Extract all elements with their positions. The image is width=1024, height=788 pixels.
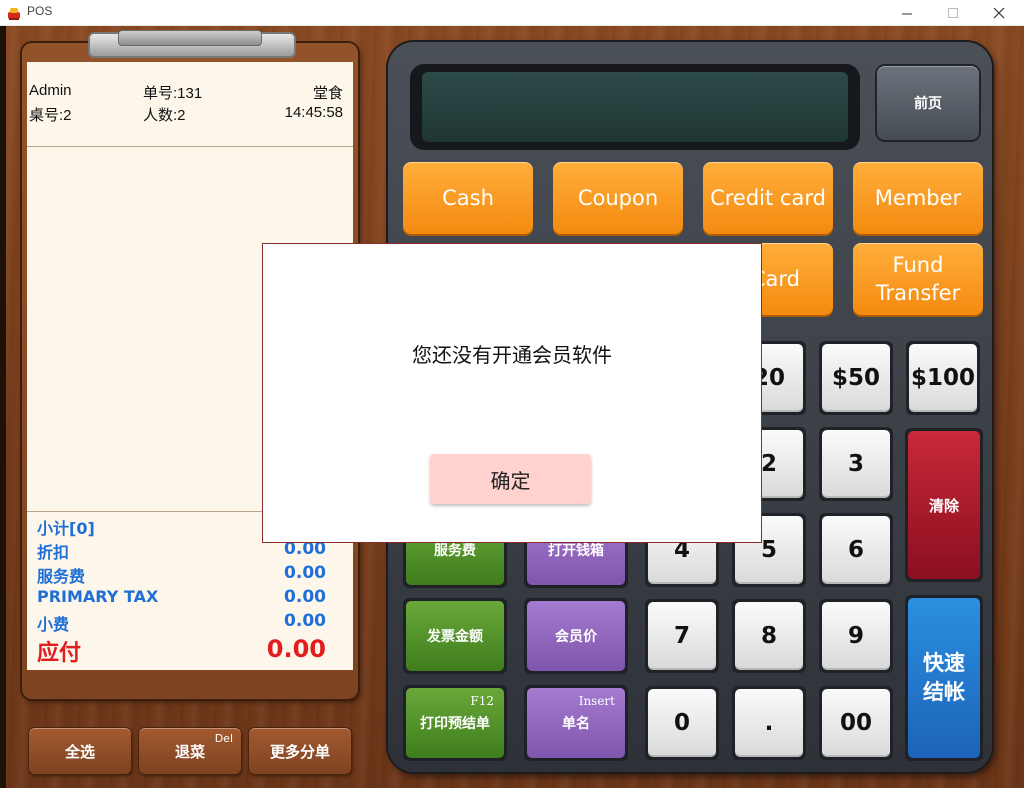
dine-type: 堂食 xyxy=(312,85,343,102)
decimal-point-button[interactable]: . xyxy=(732,686,806,760)
user-name: Admin xyxy=(29,82,72,99)
title-bar: POS xyxy=(0,0,1024,26)
select-all-label: 全选 xyxy=(64,742,95,761)
member-button[interactable]: Member xyxy=(853,162,983,234)
tip-label: 小费 xyxy=(37,615,70,634)
minimize-icon xyxy=(902,13,912,15)
clipboard-clip-bar xyxy=(118,30,262,46)
tax-value: 0.00 xyxy=(284,587,326,607)
member-price-button[interactable]: 会员价 xyxy=(524,598,628,674)
single-name-face: 单名 Insert xyxy=(527,688,625,758)
credit-card-button[interactable]: Credit card xyxy=(703,162,833,234)
member-price-label: 会员价 xyxy=(527,601,625,671)
clear-label: 清除 xyxy=(908,431,980,579)
service-fee-label: 服务费 xyxy=(37,567,86,586)
discount-label: 折扣 xyxy=(37,543,70,562)
service-fee-value: 0.00 xyxy=(284,563,326,583)
cash-50-label: $50 xyxy=(822,344,890,412)
digit-0-label: 0 xyxy=(648,689,716,757)
order-number: 单号:131 xyxy=(143,85,203,102)
digit-8-button[interactable]: 8 xyxy=(732,599,806,673)
amount-due-label: 应付 xyxy=(37,641,82,666)
home-label: 前页 xyxy=(914,96,942,112)
alert-dialog: 您还没有开通会员软件 确定 xyxy=(262,243,762,543)
digit-8-label: 8 xyxy=(735,602,803,670)
digit-6-label: 6 xyxy=(822,516,890,584)
maximize-icon xyxy=(948,8,958,18)
order-time: 14:45:58 xyxy=(284,104,343,121)
fund-transfer-label: Fund Transfer xyxy=(875,253,961,305)
app-logo-icon xyxy=(8,8,20,20)
return-item-shortcut: Del xyxy=(214,732,233,745)
digit-7-label: 7 xyxy=(648,602,716,670)
coupon-label: Coupon xyxy=(577,186,659,210)
member-label: Member xyxy=(874,186,962,210)
guest-count: 人数:2 xyxy=(143,107,186,124)
close-button[interactable] xyxy=(976,0,1022,26)
cash-label: Cash xyxy=(442,186,494,210)
window-edge xyxy=(0,26,6,788)
invoice-amount-label: 发票金额 xyxy=(406,601,504,671)
maximize-button[interactable] xyxy=(930,0,976,26)
single-name-shortcut: Insert xyxy=(578,694,615,708)
decimal-point-label: . xyxy=(735,689,803,757)
digit-9-button[interactable]: 9 xyxy=(819,599,893,673)
digit-7-button[interactable]: 7 xyxy=(645,599,719,673)
more-split-button[interactable]: 更多分单 xyxy=(249,728,351,774)
clear-button[interactable]: 清除 xyxy=(905,428,983,582)
digit-3-label: 3 xyxy=(822,430,890,498)
cash-button[interactable]: Cash xyxy=(403,162,533,234)
amount-due-value: 0.00 xyxy=(266,635,326,663)
digit-3-button[interactable]: 3 xyxy=(819,427,893,501)
digit-9-label: 9 xyxy=(822,602,890,670)
digit-0-button[interactable]: 0 xyxy=(645,686,719,760)
invoice-amount-button[interactable]: 发票金额 xyxy=(403,598,507,674)
print-prebill-label: 打印预结单 xyxy=(420,716,490,732)
coupon-button[interactable]: Coupon xyxy=(553,162,683,234)
cash-50-button[interactable]: $50 xyxy=(819,341,893,415)
credit-card-label: Credit card xyxy=(710,186,826,210)
minimize-button[interactable] xyxy=(884,0,930,26)
quick-checkout-button[interactable]: 快速结帐 xyxy=(905,595,983,761)
print-prebill-button[interactable]: 打印预结单 F12 xyxy=(403,685,507,761)
window-title: POS xyxy=(27,4,53,18)
single-name-button[interactable]: 单名 Insert xyxy=(524,685,628,761)
more-split-label: 更多分单 xyxy=(269,742,330,761)
return-item-label: 退菜 xyxy=(174,742,205,761)
home-button[interactable]: 前页 xyxy=(877,66,979,140)
quick-checkout-face: 快速结帐 xyxy=(908,598,980,758)
cash-100-button[interactable]: $100 xyxy=(906,341,980,415)
double-zero-button[interactable]: 00 xyxy=(819,686,893,760)
amount-display xyxy=(422,72,848,142)
close-icon xyxy=(993,7,1005,19)
return-item-button[interactable]: 退菜 Del xyxy=(139,728,241,774)
print-prebill-face: 打印预结单 F12 xyxy=(406,688,504,758)
table-number: 桌号:2 xyxy=(29,107,72,124)
subtotal-label: 小计[0] xyxy=(37,519,95,538)
tip-value: 0.00 xyxy=(284,611,326,631)
dialog-message: 您还没有开通会员软件 xyxy=(412,343,612,367)
single-name-label: 单名 xyxy=(562,716,590,732)
print-prebill-shortcut: F12 xyxy=(470,694,494,708)
cash-100-label: $100 xyxy=(909,344,977,412)
fund-transfer-button[interactable]: Fund Transfer xyxy=(853,243,983,315)
select-all-button[interactable]: 全选 xyxy=(29,728,131,774)
digit-6-button[interactable]: 6 xyxy=(819,513,893,587)
double-zero-label: 00 xyxy=(822,689,890,757)
header-divider xyxy=(27,146,353,147)
quick-checkout-label: 快速结帐 xyxy=(923,651,965,704)
ok-button[interactable]: 确定 xyxy=(430,454,591,504)
tax-label: PRIMARY TAX xyxy=(37,587,159,606)
